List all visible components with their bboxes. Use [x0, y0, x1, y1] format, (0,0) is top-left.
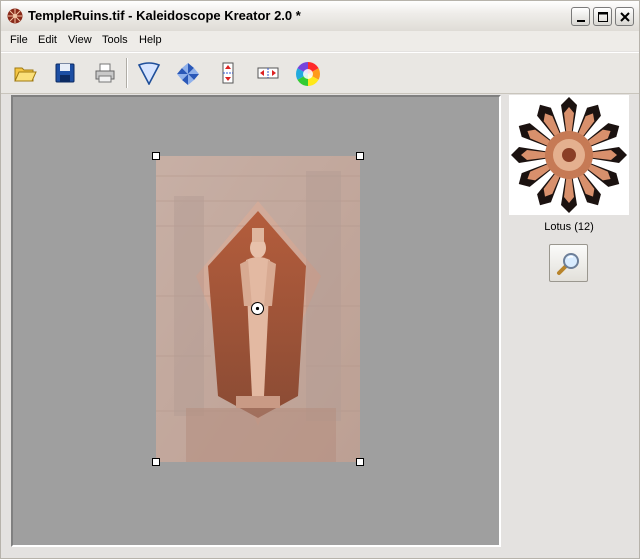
mirror-vertical-icon — [222, 62, 234, 84]
save-disk-icon — [55, 63, 75, 83]
kaleidoscope-preview[interactable] — [509, 95, 629, 215]
menu-view[interactable]: View — [68, 34, 92, 46]
title-bar[interactable]: TempleRuins.tif - Kaleidoscope Kreator 2… — [1, 1, 639, 32]
close-button[interactable] — [615, 7, 634, 26]
color-wheel-button[interactable] — [293, 59, 321, 87]
center-point-handle[interactable] — [251, 302, 264, 315]
toolbar — [1, 52, 639, 94]
maximize-button[interactable] — [593, 7, 612, 26]
open-folder-icon — [14, 67, 37, 82]
selection-handle-top-right[interactable] — [356, 152, 364, 160]
menu-bar: File Edit View Tools Help — [1, 31, 639, 51]
selection-handle-bottom-right[interactable] — [356, 458, 364, 466]
window-title: TempleRuins.tif - Kaleidoscope Kreator 2… — [28, 8, 301, 23]
minimize-button[interactable] — [571, 7, 590, 26]
open-button[interactable] — [11, 59, 39, 87]
menu-file[interactable]: File — [10, 34, 28, 46]
menu-edit[interactable]: Edit — [38, 34, 57, 46]
maximize-icon — [598, 12, 608, 22]
menu-help[interactable]: Help — [139, 34, 162, 46]
mirror-horizontal-icon — [257, 67, 279, 79]
preview-caption: Lotus (12) — [544, 221, 594, 233]
selection-handle-top-left[interactable] — [152, 152, 160, 160]
mirror-vertical-button[interactable] — [214, 59, 242, 87]
print-button[interactable] — [91, 59, 119, 87]
mirror-horizontal-button[interactable] — [254, 59, 282, 87]
app-icon — [7, 8, 23, 24]
printer-icon — [95, 63, 115, 83]
menu-tools[interactable]: Tools — [102, 34, 128, 46]
pinwheel-tool-button[interactable] — [173, 59, 201, 87]
color-wheel-icon — [296, 62, 320, 86]
selection-handle-bottom-left[interactable] — [152, 458, 160, 466]
save-button[interactable] — [51, 59, 79, 87]
minimize-icon — [577, 20, 585, 22]
app-window: TempleRuins.tif - Kaleidoscope Kreator 2… — [0, 0, 640, 559]
toolbar-separator — [126, 58, 128, 88]
wedge-tool-button[interactable] — [135, 59, 163, 87]
pinwheel-icon — [177, 63, 199, 85]
close-icon — [620, 12, 630, 22]
zoom-preview-button[interactable] — [549, 244, 588, 282]
magnifier-icon — [557, 253, 579, 275]
wedge-shape-icon — [137, 62, 161, 85]
